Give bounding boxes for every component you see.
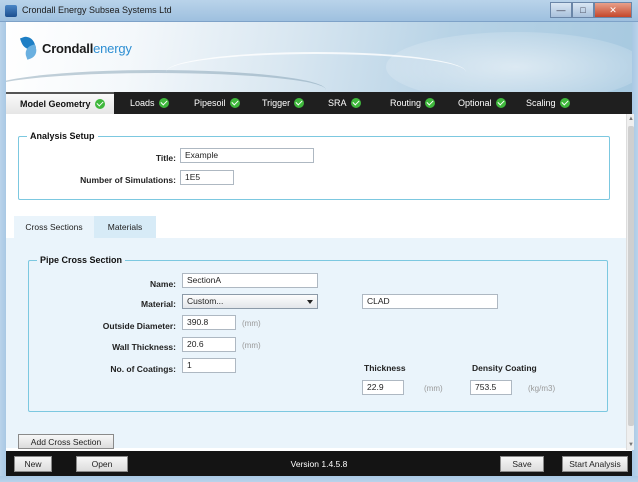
tab-pipesoil[interactable]: Pipesoil [178,92,248,114]
minimize-button[interactable]: — [550,2,572,18]
tab-label: Scaling [526,98,556,108]
header-banner: Crondallenergy [6,22,632,92]
scrollbar-thumb[interactable] [628,126,634,426]
save-button[interactable]: Save [500,456,544,472]
scroll-up-icon[interactable]: ▲ [627,114,635,124]
outside-diameter-input[interactable]: 390.8 [182,315,236,330]
tab-label: Model Geometry [20,99,91,109]
tab-optional[interactable]: Optional [444,92,512,114]
tab-scaling[interactable]: Scaling [512,92,582,114]
tab-label: Pipesoil [194,98,226,108]
number-of-coatings-label: No. of Coatings: [110,364,176,374]
add-cross-section-button[interactable]: Add Cross Section [18,434,114,449]
analysis-setup-group: Analysis Setup [18,131,610,200]
window-titlebar: Crondall Energy Subsea Systems Ltd — □ ✕ [0,0,638,22]
coating-name-input[interactable]: CLAD [362,294,498,309]
vertical-scrollbar[interactable]: ▲ ▼ [626,114,634,450]
check-icon [294,98,305,108]
tab-sra[interactable]: SRA [318,92,372,114]
open-button[interactable]: Open [76,456,128,472]
check-icon [350,98,361,108]
company-logo: Crondallenergy [20,36,132,60]
outside-diameter-label: Outside Diameter: [102,321,176,331]
number-of-simulations-label: Number of Simulations: [80,175,176,185]
material-label: Material: [141,299,176,309]
start-analysis-button[interactable]: Start Analysis [562,456,628,472]
window-controls: — □ ✕ [550,2,632,18]
tab-label: Trigger [262,98,291,108]
tab-loads[interactable]: Loads [114,92,178,114]
coating-thickness-unit: (mm) [424,384,443,393]
tab-trigger[interactable]: Trigger [248,92,318,114]
check-icon [229,98,240,108]
footer-bar: Version 1.4.5.8 New Open Save Start Anal… [6,451,632,476]
tab-label: Routing [390,98,422,108]
check-icon [495,98,506,108]
logo-mark-icon [20,36,38,60]
app-icon [5,5,17,17]
title-input[interactable]: Example [180,148,314,163]
name-input[interactable]: SectionA [182,273,318,288]
tab-label: Optional [458,98,492,108]
close-button[interactable]: ✕ [594,2,632,18]
number-of-simulations-input[interactable]: 1E5 [180,170,234,185]
window-frame-bottom [0,476,638,482]
wall-thickness-label: Wall Thickness: [112,342,176,352]
coating-thickness-input[interactable]: 22.9 [362,380,404,395]
coating-density-input[interactable]: 753.5 [470,380,512,395]
density-coating-column-header: Density Coating [472,363,537,373]
subtab-cross-sections[interactable]: Cross Sections [14,216,94,238]
subtab-materials[interactable]: Materials [94,216,156,238]
maximize-button[interactable]: □ [572,2,594,18]
analysis-setup-legend: Analysis Setup [27,131,98,141]
check-icon [158,98,169,108]
subtab-label: Cross Sections [25,222,83,232]
thickness-column-header: Thickness [364,363,406,373]
subtab-label: Materials [107,222,143,232]
material-select-value: Custom... [187,296,224,306]
chevron-down-icon [307,300,313,304]
outside-diameter-unit: (mm) [242,319,261,328]
logo-brand-bold: Crondall [42,40,94,56]
logo-brand-light: energy [93,40,132,56]
wall-thickness-unit: (mm) [242,341,261,350]
tab-routing[interactable]: Routing [372,92,444,114]
material-select[interactable]: Custom... [182,294,318,309]
tab-label: Loads [130,98,155,108]
scroll-down-icon[interactable]: ▼ [627,440,635,450]
name-label: Name: [150,279,176,289]
coating-density-unit: (kg/m3) [528,384,556,393]
new-button[interactable]: New [14,456,52,472]
check-icon [559,98,570,108]
check-icon [425,98,436,108]
tab-model-geometry[interactable]: Model Geometry [6,92,114,114]
window-title: Crondall Energy Subsea Systems Ltd [22,5,172,15]
main-tab-bar: Model Geometry Loads Pipesoil Trigger SR… [6,92,632,114]
check-icon [94,99,105,109]
number-of-coatings-input[interactable]: 1 [182,358,236,373]
banner-glow [386,32,632,92]
pipe-cross-section-legend: Pipe Cross Section [37,255,126,265]
title-label: Title: [155,153,176,163]
wall-thickness-input[interactable]: 20.6 [182,337,236,352]
tab-label: SRA [328,98,347,108]
